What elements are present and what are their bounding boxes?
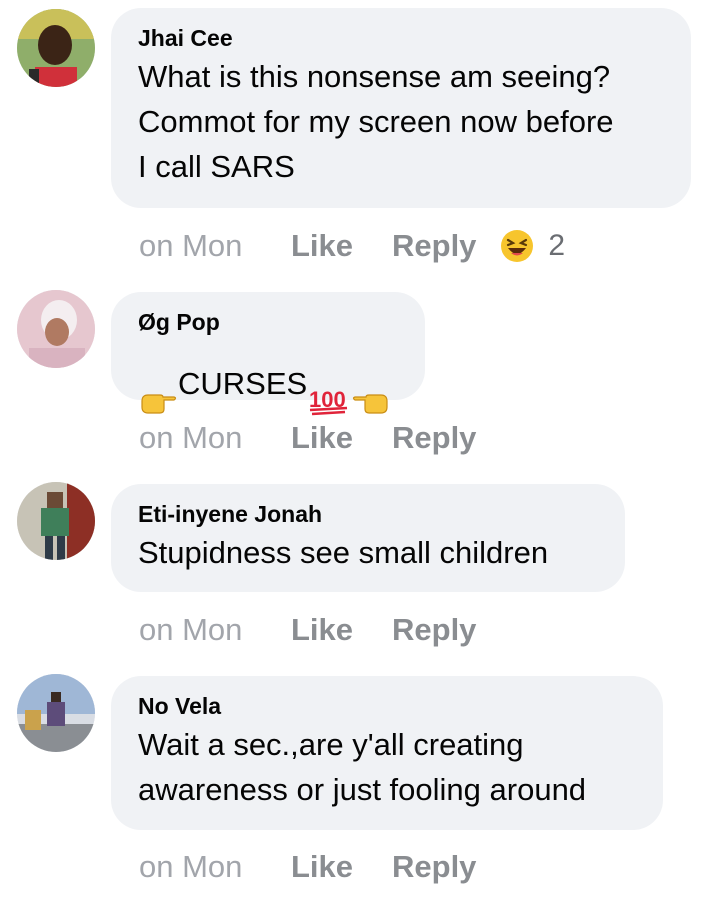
avatar[interactable] — [17, 9, 95, 87]
avatar-photo — [17, 674, 95, 752]
avatar-photo — [17, 9, 95, 87]
reply-button[interactable]: Reply — [392, 849, 476, 885]
like-button[interactable]: Like — [291, 420, 392, 456]
avatar[interactable] — [17, 290, 95, 368]
comment-author[interactable]: Eti-inyene Jonah — [138, 500, 599, 528]
comment-actions: on Mon Like Reply — [139, 847, 500, 887]
comment-timestamp[interactable]: on Mon — [139, 612, 291, 648]
laughing-emoji-icon[interactable] — [500, 229, 534, 263]
avatar[interactable] — [17, 674, 95, 752]
comment-actions: on Mon Like Reply 2 — [139, 226, 565, 266]
like-button[interactable]: Like — [291, 849, 392, 885]
reply-button[interactable]: Reply — [392, 228, 476, 264]
comment-text: Stupidness see small children — [138, 535, 549, 570]
comment-text-main: CURSES — [178, 366, 308, 401]
point-right-icon — [138, 339, 178, 429]
comment-text: What is this nonsense am seeing? Commot … — [138, 59, 614, 184]
comment-timestamp[interactable]: on Mon — [139, 228, 291, 264]
comment-timestamp[interactable]: on Mon — [139, 420, 291, 456]
avatar-photo — [17, 482, 95, 560]
reply-button[interactable]: Reply — [392, 420, 476, 456]
comment-text: CURSES 100 — [138, 338, 399, 429]
comment-bubble: No Vela Wait a sec.,are y'all creating a… — [111, 676, 663, 830]
avatar[interactable] — [17, 482, 95, 560]
comment-bubble: Øg Pop CURSES 100 — [111, 292, 425, 416]
comment-author[interactable]: Øg Pop — [138, 308, 399, 336]
comment-timestamp[interactable]: on Mon — [139, 849, 291, 885]
reaction-count[interactable]: 2 — [548, 229, 565, 263]
like-button[interactable]: Like — [291, 228, 392, 264]
comment-actions: on Mon Like Reply — [139, 610, 500, 650]
hundred-points-icon: 100 — [307, 338, 351, 429]
reply-button[interactable]: Reply — [392, 612, 476, 648]
comment-bubble: Jhai Cee What is this nonsense am seeing… — [111, 8, 691, 208]
like-button[interactable]: Like — [291, 612, 392, 648]
point-left-icon — [351, 339, 391, 429]
comment-author[interactable]: No Vela — [138, 692, 637, 720]
comment-bubble: Eti-inyene Jonah Stupidness see small ch… — [111, 484, 625, 592]
comment-author[interactable]: Jhai Cee — [138, 24, 665, 52]
comment-actions: on Mon Like Reply — [139, 418, 500, 458]
comment-text: Wait a sec.,are y'all creating awareness… — [138, 727, 587, 807]
avatar-photo — [17, 290, 95, 368]
